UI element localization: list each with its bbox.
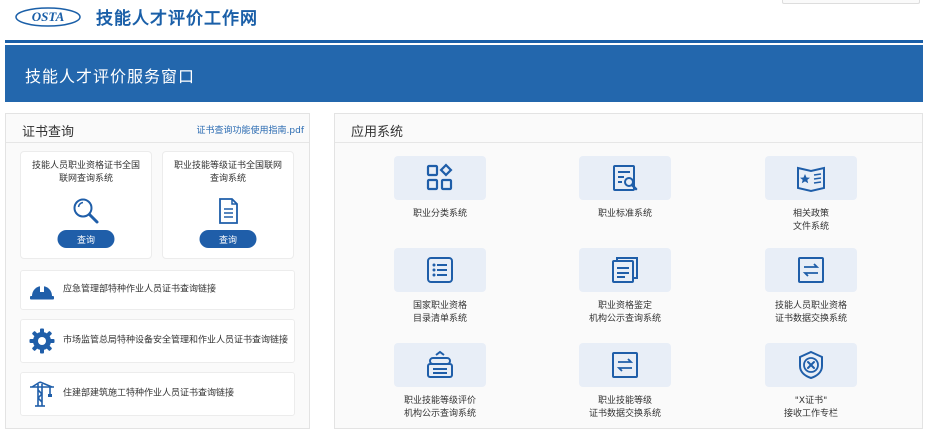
app-national-qualification-list[interactable]: 国家职业资格 目录清单系统 — [380, 248, 500, 326]
link-housing-construction[interactable]: 住建部建筑施工特种作业人员证书查询链接 — [20, 372, 295, 416]
app-policy-documents[interactable]: 相关政策 文件系统 — [751, 156, 871, 234]
standard-search-icon — [613, 165, 638, 191]
cert-card-label: 职业技能等级证书全国联网查询系统 — [173, 161, 282, 184]
app-label: 相关政策 文件系统 — [792, 209, 829, 232]
app-occupation-classification[interactable]: 职业分类系统 — [380, 156, 500, 221]
app-tile — [394, 343, 486, 387]
app-systems-panel: 应用系统 职业分类系统 职业标准系统 相关政策 文件系统 国家职业资格 目录清单… — [334, 113, 923, 429]
query-guide-link[interactable]: 证书查询功能使用指南.pdf — [197, 123, 304, 136]
app-qualification-data-exchange[interactable]: 技能人员职业资格 证书数据交换系统 — [751, 248, 871, 326]
cert-query-title: 证书查询 — [22, 125, 75, 140]
stacked-docs-icon — [612, 257, 638, 283]
policy-book-icon — [797, 166, 825, 193]
app-systems-title: 应用系统 — [351, 125, 404, 140]
app-tile — [579, 248, 671, 292]
app-label: 职业分类系统 — [412, 209, 467, 219]
exchange-icon — [612, 352, 638, 378]
app-label: 职业技能等级评价 机构公示查询系统 — [403, 396, 476, 419]
link-label: 住建部建筑施工特种作业人员证书查询链接 — [63, 388, 235, 399]
app-occupation-standard[interactable]: 职业标准系统 — [565, 156, 685, 221]
category-grid-icon — [426, 163, 453, 191]
app-label: "X证书" 接收工作专栏 — [783, 396, 838, 419]
query-button[interactable]: 查询 — [199, 230, 257, 248]
osta-logo[interactable]: OSTA — [14, 6, 82, 28]
app-label: 职业资格鉴定 机构公示查询系统 — [588, 301, 661, 324]
app-label: 职业技能等级 证书数据交换系统 — [588, 396, 661, 419]
document-icon — [219, 198, 238, 224]
banner-title: 技能人才评价服务窗口 — [25, 67, 196, 86]
app-label: 国家职业资格 目录清单系统 — [412, 301, 467, 324]
link-emergency-management[interactable]: 应急管理部特种作业人员证书查询链接 — [20, 270, 295, 310]
cert-card-label: 技能人员职业资格证书全国联网查询系统 — [31, 161, 140, 184]
app-tile — [394, 156, 486, 200]
link-market-supervision[interactable]: 市场监管总局特种设备安全管理和作业人员证书查询链接 — [20, 319, 295, 363]
app-tile — [765, 343, 857, 387]
service-banner: 技能人才评价服务窗口 — [5, 45, 923, 102]
app-skill-level-evaluation-institutions[interactable]: 职业技能等级评价 机构公示查询系统 — [380, 343, 500, 421]
top-search-box[interactable] — [782, 0, 920, 4]
top-bar: OSTA 技能人才评价工作网 — [0, 0, 928, 40]
cert-query-header: 证书查询 证书查询功能使用指南.pdf — [6, 114, 309, 143]
app-skill-level-data-exchange[interactable]: 职业技能等级 证书数据交换系统 — [565, 343, 685, 421]
app-tile — [394, 248, 486, 292]
institution-icon — [427, 350, 453, 378]
safety-helmet-icon — [30, 284, 54, 300]
cert-card-vocational-qualification: 技能人员职业资格证书全国联网查询系统 查询 — [20, 151, 152, 259]
app-tile — [765, 156, 857, 200]
exchange-icon — [798, 257, 824, 283]
link-label: 市场监管总局特种设备安全管理和作业人员证书查询链接 — [63, 335, 289, 346]
site-title[interactable]: 技能人才评价工作网 — [96, 4, 258, 29]
app-label: 技能人员职业资格 证书数据交换系统 — [774, 301, 847, 324]
list-icon — [427, 257, 453, 283]
link-label: 应急管理部特种作业人员证书查询链接 — [63, 284, 217, 295]
query-button[interactable]: 查询 — [57, 230, 115, 248]
header-divider — [5, 40, 923, 43]
gear-icon — [29, 328, 55, 354]
cert-query-panel: 证书查询 证书查询功能使用指南.pdf 技能人员职业资格证书全国联网查询系统 查… — [5, 113, 310, 429]
logo-text: OSTA — [32, 9, 65, 24]
app-systems-header: 应用系统 — [335, 114, 922, 143]
cert-card-skill-level: 职业技能等级证书全国联网查询系统 查询 — [162, 151, 294, 259]
app-tile — [765, 248, 857, 292]
app-label: 职业标准系统 — [597, 209, 652, 219]
app-x-certificate[interactable]: "X证书" 接收工作专栏 — [751, 343, 871, 421]
x-badge-icon — [799, 350, 823, 380]
app-qualification-appraisal-institutions[interactable]: 职业资格鉴定 机构公示查询系统 — [565, 248, 685, 326]
app-tile — [579, 343, 671, 387]
tower-crane-icon — [30, 381, 54, 407]
app-tile — [579, 156, 671, 200]
magnifier-icon — [73, 198, 99, 224]
